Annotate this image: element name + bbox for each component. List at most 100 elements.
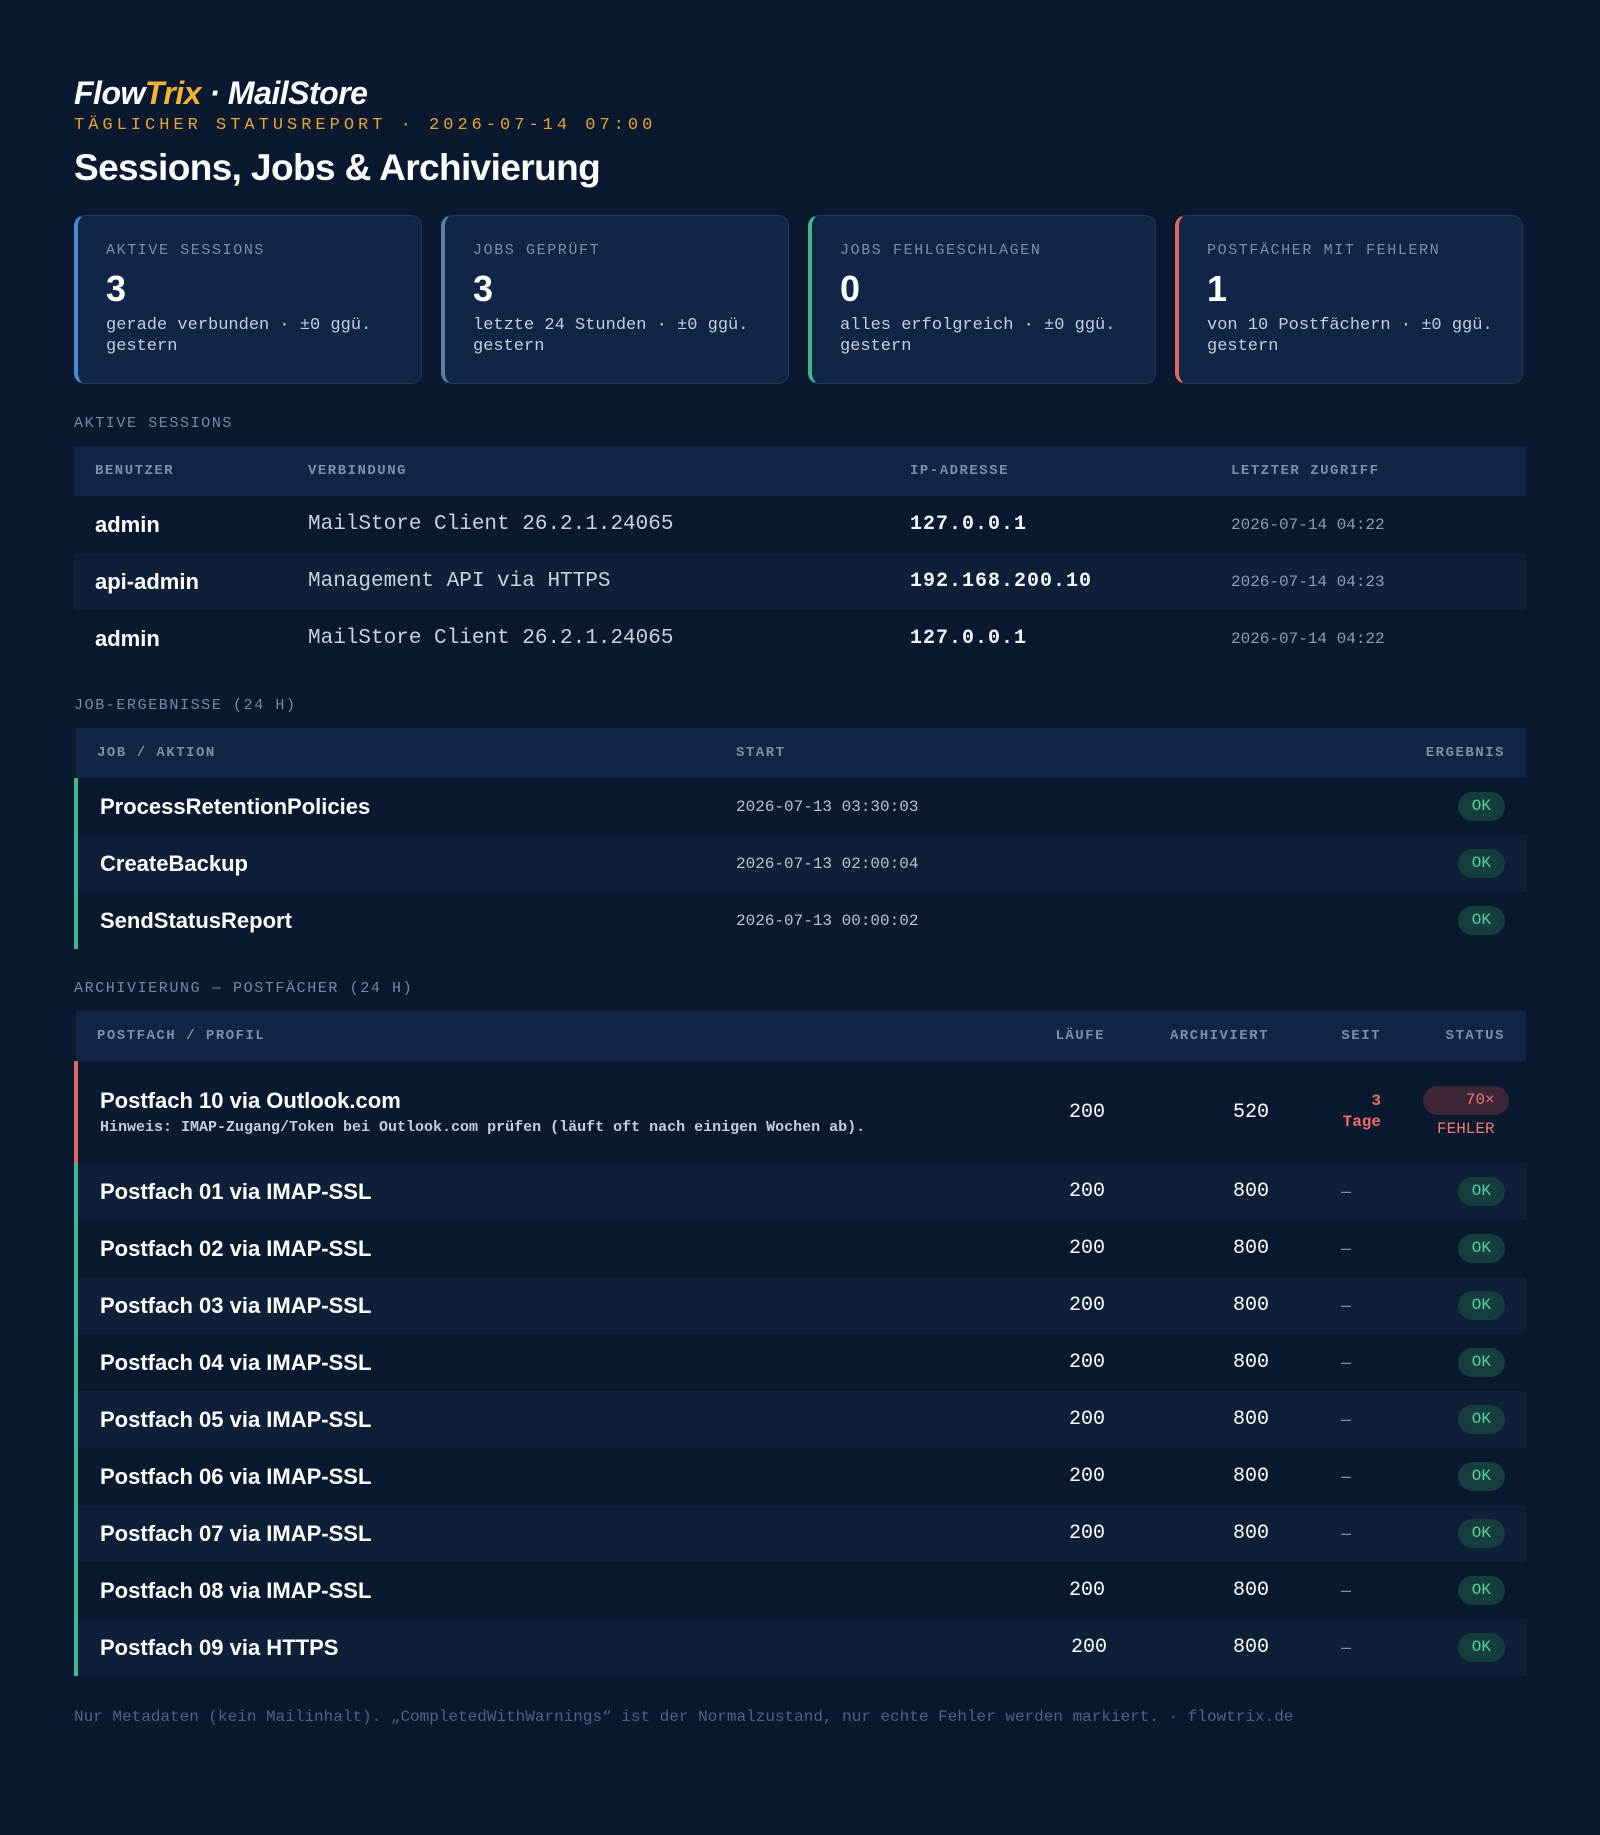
status-badge: OK [1457,1234,1505,1263]
section-label-sessions: AKTIVE SESSIONS [74,415,234,432]
table-row: admin MailStore Client 26.2.1.24065 127.… [74,610,1526,667]
brand-name-trix: Trix [144,75,202,111]
column-header-runs: LÄUFE [1055,1028,1105,1044]
status-badge: OK [1457,792,1505,821]
table-row: Postfach 02 via IMAP-SSL 200 800 – OK [74,1220,1526,1277]
mailbox-archived: 800 [1232,1465,1269,1488]
column-header-result: ERGEBNIS [1425,745,1505,761]
kpi-value: 0 [840,268,861,309]
since-number: 3 [1371,1092,1381,1110]
job-start: 2026-07-13 03:30:03 [736,797,919,816]
mailbox-runs: 200 [1068,1294,1105,1317]
mailbox-archived: 800 [1232,1351,1269,1374]
mailbox-name: Postfach 01 via IMAP-SSL [74,1163,954,1220]
mailbox-name: Postfach 03 via IMAP-SSL [74,1277,954,1334]
kpi-value: 3 [473,268,494,309]
jobs-table: JOB / AKTION START ERGEBNIS ProcessReten… [74,728,1526,949]
brand-name-flow: Flow [74,75,145,111]
session-user: admin [95,625,160,651]
mailbox-archived: 800 [1232,1636,1269,1659]
session-user: api-admin [95,568,199,594]
table-row: CreateBackup 2026-07-13 02:00:04 OK [74,835,1526,892]
mailbox-since: – [1340,1238,1351,1258]
column-header-since: SEIT [1341,1028,1381,1044]
table-row: api-admin Management API via HTTPS 192.1… [74,553,1526,610]
error-badge: 70× FEHLER [1423,1086,1509,1138]
table-row: Postfach 04 via IMAP-SSL 200 800 – OK [74,1334,1526,1391]
kpi-value: 1 [1207,268,1228,309]
mailbox-runs: 200 [1068,1579,1105,1602]
section-label-jobs: JOB-ERGEBNISSE (24 H) [74,697,297,714]
table-row: Postfach 03 via IMAP-SSL 200 800 – OK [74,1277,1526,1334]
kpi-label: JOBS GEPRÜFT [473,242,601,259]
kpi-label: AKTIVE SESSIONS [106,242,266,259]
table-row: ProcessRetentionPolicies 2026-07-13 03:3… [74,778,1526,835]
mailbox-name: Postfach 08 via IMAP-SSL [74,1562,954,1619]
kpi-cards: AKTIVE SESSIONS 3 gerade verbunden · ±0 … [74,215,1526,384]
footer-note: Nur Metadaten (kein Mailinhalt). „Comple… [74,1708,1294,1726]
session-connection: MailStore Client 26.2.1.24065 [308,627,674,650]
column-header-status: STATUS [1445,1028,1505,1044]
brand-product: · MailStore [200,75,368,111]
table-header-row: JOB / AKTION START ERGEBNIS [76,728,1526,778]
table-row: admin MailStore Client 26.2.1.24065 127.… [74,496,1526,553]
mailbox-runs: 200 [1068,1100,1105,1124]
status-badge: OK [1457,1348,1505,1377]
mailbox-archived: 800 [1232,1180,1269,1203]
mailbox-runs: 200 [1068,1351,1105,1374]
column-header-job: JOB / AKTION [97,745,216,761]
kpi-subtext: gerade verbunden · ±0 ggü. gestern [106,316,372,356]
mailbox-runs: 200 [1068,1237,1105,1260]
mailbox-archived: 800 [1232,1408,1269,1431]
kpi-subtext: alles erfolgreich · ±0 ggü. gestern [840,316,1116,356]
mailbox-runs: 200 [1068,1522,1105,1545]
column-header-archived: ARCHIVIERT [1169,1028,1269,1044]
section-label-archive: ARCHIVIERUNG — POSTFÄCHER (24 H) [74,980,414,997]
table-row: Postfach 09 via HTTPS 200 800 – OK [74,1619,1526,1676]
mailbox-since: – [1340,1352,1351,1372]
status-badge: OK [1457,1633,1505,1662]
kpi-card-jobs-checked: JOBS GEPRÜFT 3 letzte 24 Stunden · ±0 gg… [441,215,789,384]
mailbox-runs: 200 [1068,1180,1105,1203]
status-badge: OK [1457,1291,1505,1320]
mailbox-since: – [1340,1580,1351,1600]
session-last-access: 2026-07-14 04:23 [1231,572,1385,591]
report-subtitle: TÄGLICHER STATUSREPORT · 2026-07-14 07:0… [74,116,657,135]
status-badge: OK [1457,1462,1505,1491]
table-row: Postfach 01 via IMAP-SSL 200 800 – OK [74,1163,1526,1220]
column-header-ip: IP-ADRESSE [910,463,1010,479]
session-user: admin [95,511,160,537]
mailbox-name: Postfach 07 via IMAP-SSL [74,1505,954,1562]
mailbox-name: Postfach 04 via IMAP-SSL [74,1334,954,1391]
status-badge: OK [1457,906,1505,935]
table-row: Postfach 06 via IMAP-SSL 200 800 – OK [74,1448,1526,1505]
mailbox-runs: 200 [1068,1408,1105,1431]
sessions-table: BENUTZER VERBINDUNG IP-ADRESSE LETZTER Z… [74,446,1526,667]
status-badge: OK [1457,1576,1505,1605]
session-ip: 127.0.0.1 [910,627,1028,650]
mailbox-runs: 200 [1068,1465,1105,1488]
mailbox-since: – [1340,1637,1351,1657]
session-connection: MailStore Client 26.2.1.24065 [308,513,674,536]
mailbox-since: – [1340,1409,1351,1429]
column-header-last-access: LETZTER ZUGRIFF [1231,463,1380,479]
mailbox-since: – [1340,1295,1351,1315]
mailbox-since: 3 Tage [1290,1061,1402,1163]
session-ip: 192.168.200.10 [910,570,1093,593]
column-header-connection: VERBINDUNG [308,463,408,479]
mailbox-name: Postfach 02 via IMAP-SSL [74,1220,954,1277]
mailbox-name: Postfach 05 via IMAP-SSL [74,1391,954,1448]
status-badge: OK [1457,849,1505,878]
mailbox-since: – [1340,1181,1351,1201]
archive-table: POSTFACH / PROFIL LÄUFE ARCHIVIERT SEIT … [74,1011,1526,1676]
brand-logo: FlowTrix · MailStore [74,74,1526,112]
mailbox-runs: 200 [1070,1636,1107,1659]
mailbox-since: – [1340,1523,1351,1543]
table-row: Postfach 08 via IMAP-SSL 200 800 – OK [74,1562,1526,1619]
table-header-row: BENUTZER VERBINDUNG IP-ADRESSE LETZTER Z… [74,446,1526,496]
mailbox-archived: 800 [1232,1237,1269,1260]
job-name: CreateBackup [74,835,715,892]
kpi-card-jobs-failed: JOBS FEHLGESCHLAGEN 0 alles erfolgreich … [808,215,1156,384]
table-row: Postfach 05 via IMAP-SSL 200 800 – OK [74,1391,1526,1448]
table-row-error: Postfach 10 via Outlook.com Hinweis: IMA… [74,1061,1526,1163]
